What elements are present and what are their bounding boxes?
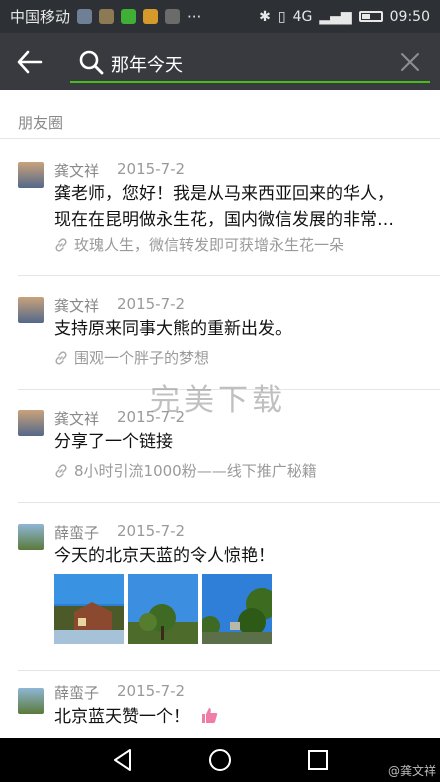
recents-square-icon[interactable] xyxy=(305,747,331,773)
post-text: 北京蓝天赞一个！ xyxy=(54,704,219,730)
photo-thumbnail[interactable] xyxy=(128,574,198,644)
link-title: 8小时引流1000粉——线下推广秘籍 xyxy=(74,462,317,480)
back-triangle-icon[interactable] xyxy=(110,747,136,773)
watermark: 完美下载 xyxy=(150,383,286,418)
battery-icon xyxy=(358,11,383,22)
link-icon xyxy=(55,350,67,365)
search-icon xyxy=(79,50,104,75)
post-text: 今天的北京天蓝的令人惊艳！ xyxy=(54,546,275,566)
watermark-tag: @龚文祥 xyxy=(387,764,436,778)
post-date: 2015-7-2 xyxy=(117,295,186,313)
app-notification-icon xyxy=(77,9,93,24)
signal-icon: ▂▄▆ xyxy=(319,8,352,25)
avatar[interactable] xyxy=(18,297,44,323)
avatar[interactable] xyxy=(18,162,44,188)
shared-link[interactable]: 玫瑰人生，微信转发即可获增永生花一朵 xyxy=(54,234,344,255)
section-title: 朋友圈 xyxy=(18,114,64,132)
divider xyxy=(18,275,440,276)
app-notification-icon xyxy=(99,9,115,24)
moment-post[interactable]: 薛蛮子 2015-7-2 北京蓝天赞一个！ xyxy=(0,676,440,738)
link-title: 玫瑰人生，微信转发即可获增永生花一朵 xyxy=(74,236,345,254)
avatar[interactable] xyxy=(18,524,44,550)
post-date: 2015-7-2 xyxy=(117,160,186,178)
search-input[interactable]: 那年今天 xyxy=(70,43,430,83)
app-notification-icon xyxy=(165,9,181,24)
bluetooth-icon: ✱ xyxy=(259,8,271,25)
search-header: 那年今天 xyxy=(0,33,440,90)
post-author[interactable]: 龚文祥 xyxy=(54,160,99,181)
divider xyxy=(18,502,440,503)
shared-link[interactable]: 围观一个胖子的梦想 xyxy=(54,347,209,368)
search-query: 那年今天 xyxy=(111,55,183,76)
more-notifications-icon: ··· xyxy=(187,7,202,26)
wechat-icon xyxy=(121,9,137,24)
link-title: 围观一个胖子的梦想 xyxy=(74,349,210,367)
post-date: 2015-7-2 xyxy=(117,522,186,540)
clock: 09:50 xyxy=(389,8,430,25)
post-author[interactable]: 龚文祥 xyxy=(54,408,99,429)
divider xyxy=(0,138,440,139)
vibrate-icon: ▯ xyxy=(277,8,286,25)
post-author[interactable]: 薛蛮子 xyxy=(54,682,99,703)
photo-thumbnail[interactable] xyxy=(202,574,272,644)
app-notification-icon xyxy=(143,9,159,24)
avatar[interactable] xyxy=(18,410,44,436)
moment-post[interactable]: 龚文祥 2015-7-2 龚老师，您好！我是从马来西亚回来的华人， 现在在昆明做… xyxy=(0,150,440,278)
post-text: 支持原来同事大熊的重新出发。 xyxy=(54,319,292,339)
network-label: 4G xyxy=(292,8,313,25)
post-text-content: 北京蓝天赞一个！ xyxy=(54,707,190,727)
post-text: 分享了一个链接 xyxy=(54,432,173,452)
close-icon[interactable] xyxy=(400,52,420,72)
moment-post[interactable]: 薛蛮子 2015-7-2 今天的北京天蓝的令人惊艳！ xyxy=(0,512,440,674)
back-arrow-icon[interactable] xyxy=(16,49,44,75)
post-text: 现在在昆明做永生花，国内微信发展的非常… xyxy=(54,210,394,230)
link-icon xyxy=(55,463,67,478)
system-navigation-bar: @龚文祥 xyxy=(0,738,440,782)
link-icon xyxy=(55,237,67,252)
photo-thumbnail[interactable] xyxy=(54,574,124,644)
status-bar: 中国移动 ··· ✱ ▯ 4G ▂▄▆ 09:50 xyxy=(0,0,440,33)
home-circle-icon[interactable] xyxy=(207,747,233,773)
thumbs-up-emoji-icon xyxy=(202,708,218,723)
post-date: 2015-7-2 xyxy=(117,682,186,700)
carrier-label: 中国移动 xyxy=(10,8,71,26)
post-author[interactable]: 龚文祥 xyxy=(54,295,99,316)
post-author[interactable]: 薛蛮子 xyxy=(54,522,99,543)
shared-link[interactable]: 8小时引流1000粉——线下推广秘籍 xyxy=(54,460,317,481)
avatar[interactable] xyxy=(18,688,44,714)
divider xyxy=(18,670,440,671)
post-text: 龚老师，您好！我是从马来西亚回来的华人， xyxy=(54,184,394,204)
